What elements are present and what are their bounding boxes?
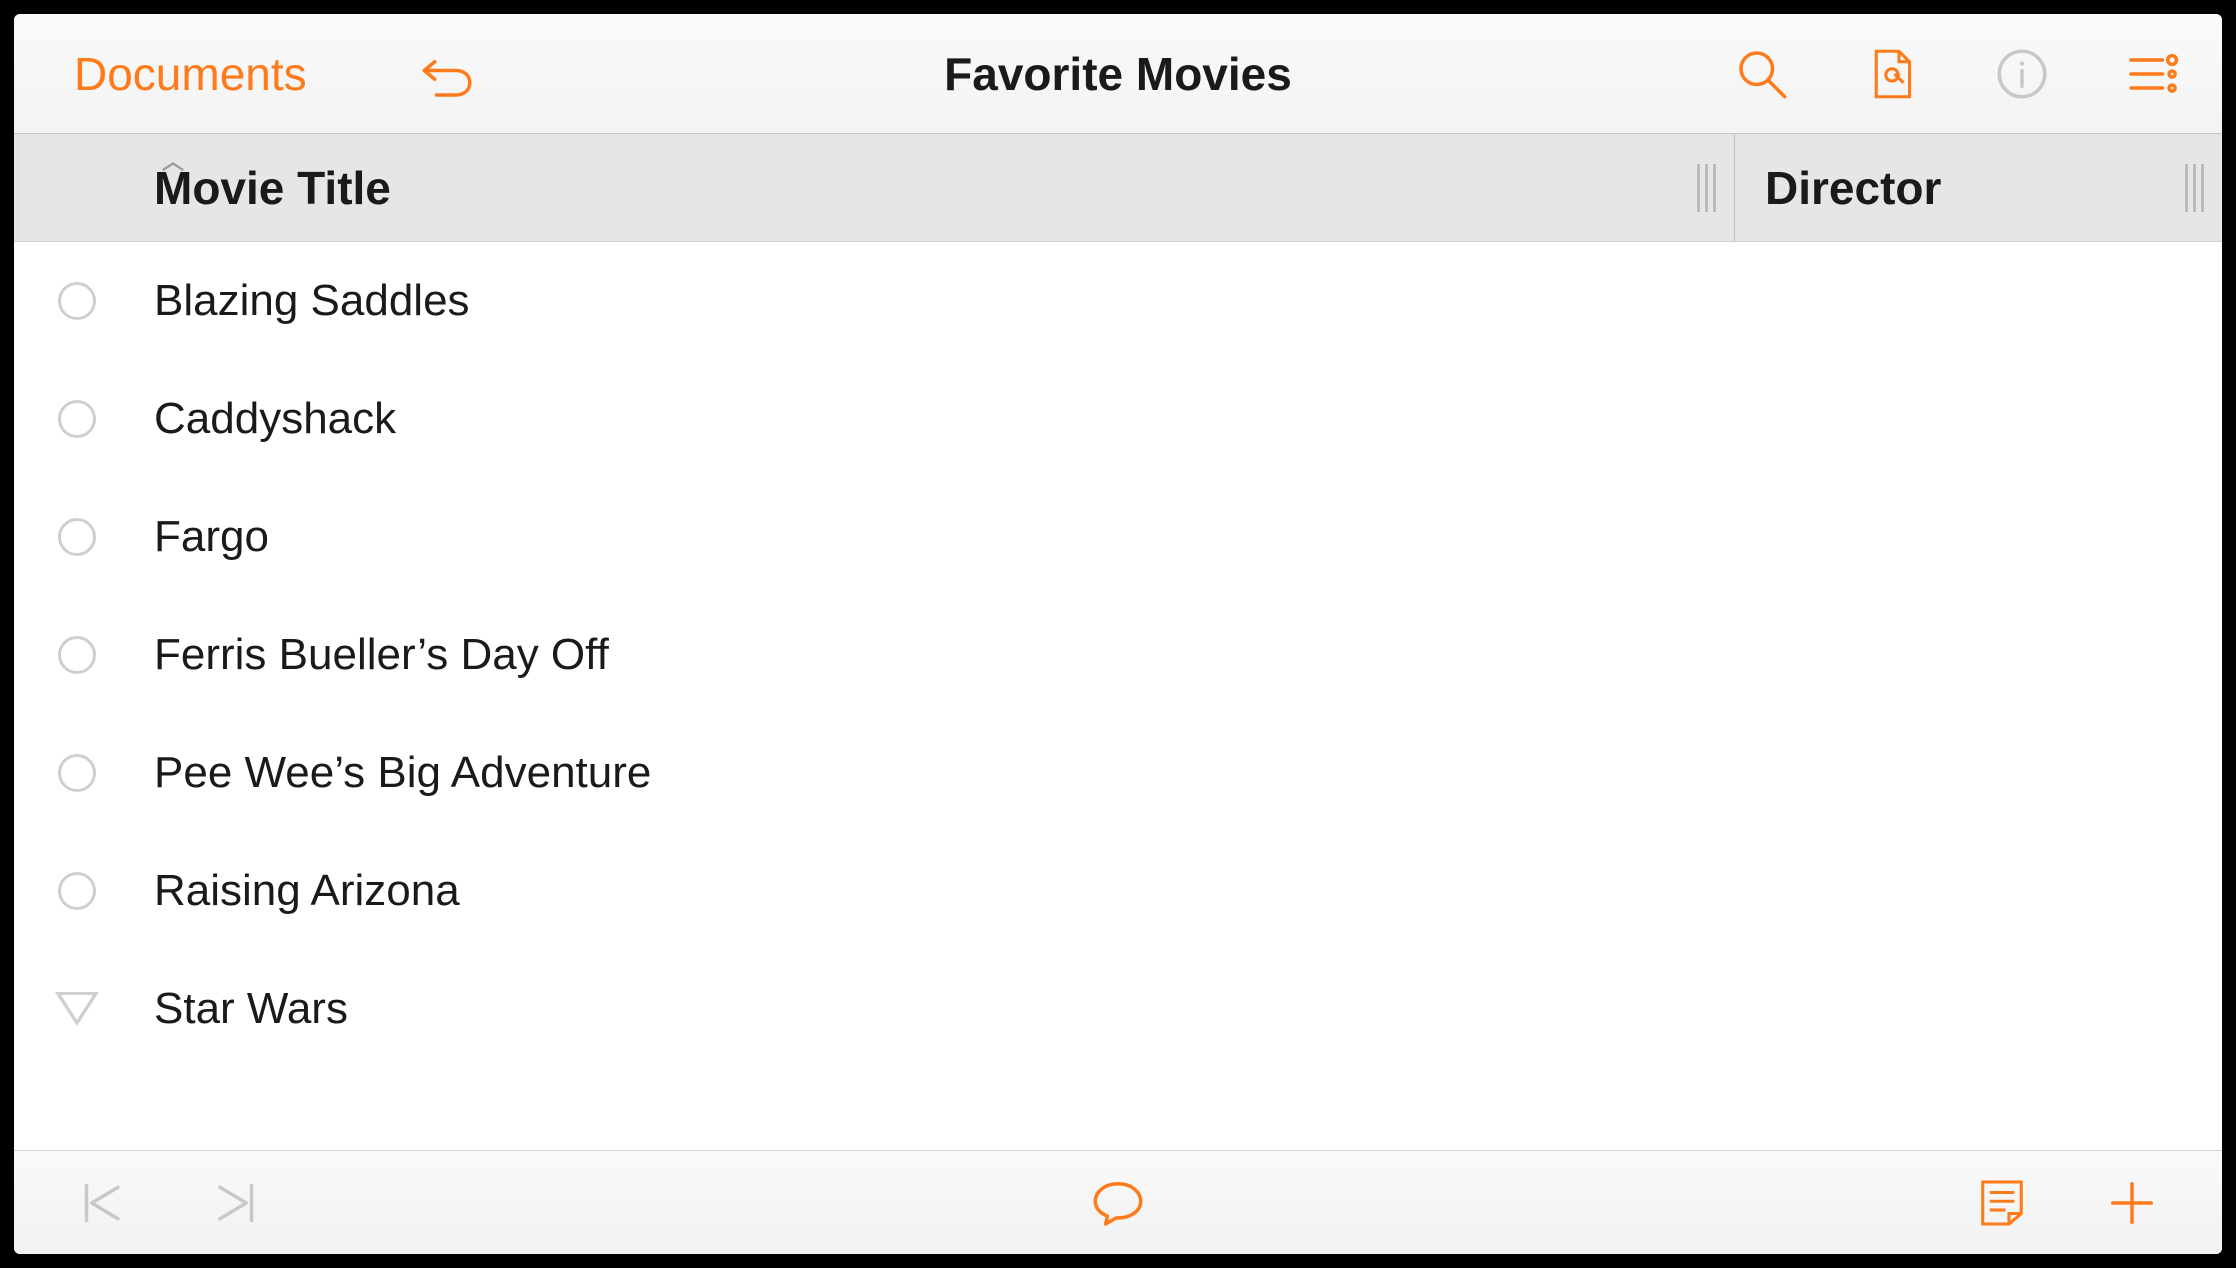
list-item[interactable]: Fargo bbox=[14, 478, 2222, 596]
info-button[interactable] bbox=[1992, 44, 2052, 104]
nav-last-button[interactable] bbox=[204, 1173, 264, 1233]
top-toolbar: Documents Favorite Movies bbox=[14, 14, 2222, 134]
tools-button[interactable] bbox=[1862, 44, 1922, 104]
column-resize-handle[interactable] bbox=[1697, 164, 1716, 212]
row-title[interactable]: Raising Arizona bbox=[154, 866, 460, 916]
outline-list: Blazing Saddles Caddyshack Fargo Ferris … bbox=[14, 242, 2222, 1150]
bottom-toolbar bbox=[14, 1150, 2222, 1254]
comment-icon bbox=[1090, 1175, 1146, 1231]
nav-first-icon bbox=[76, 1175, 132, 1231]
column-header-director[interactable]: Director bbox=[1734, 134, 2222, 241]
row-title[interactable]: Pee Wee’s Big Adventure bbox=[154, 748, 651, 798]
row-title[interactable]: Blazing Saddles bbox=[154, 276, 470, 326]
row-title[interactable]: Star Wars bbox=[154, 984, 348, 1034]
undo-icon bbox=[419, 46, 475, 102]
column-resize-handle[interactable] bbox=[2185, 164, 2204, 212]
list-item[interactable]: Pee Wee’s Big Adventure bbox=[14, 714, 2222, 832]
row-title[interactable]: Ferris Bueller’s Day Off bbox=[154, 630, 609, 680]
list-item[interactable]: Star Wars bbox=[14, 950, 2222, 1068]
row-bullet-icon[interactable] bbox=[58, 872, 96, 910]
search-icon bbox=[1734, 46, 1790, 102]
list-item[interactable]: Blazing Saddles bbox=[14, 242, 2222, 360]
column-header-label: Director bbox=[1765, 161, 1941, 215]
row-title[interactable]: Caddyshack bbox=[154, 394, 396, 444]
page-title: Favorite Movies bbox=[944, 48, 1292, 100]
comment-button[interactable] bbox=[1088, 1173, 1148, 1233]
add-button[interactable] bbox=[2102, 1173, 2162, 1233]
row-bullet-icon[interactable] bbox=[58, 518, 96, 556]
search-button[interactable] bbox=[1732, 44, 1792, 104]
column-header-label: Movie Title bbox=[154, 161, 391, 215]
wrench-document-icon bbox=[1864, 46, 1920, 102]
column-header-movie-title[interactable]: ︿ Movie Title bbox=[14, 134, 1734, 241]
view-options-button[interactable] bbox=[2122, 44, 2182, 104]
row-disclosure-icon[interactable] bbox=[55, 992, 99, 1026]
row-bullet-icon[interactable] bbox=[58, 754, 96, 792]
nav-first-button[interactable] bbox=[74, 1173, 134, 1233]
note-icon bbox=[1974, 1175, 2030, 1231]
note-button[interactable] bbox=[1972, 1173, 2032, 1233]
nav-last-icon bbox=[206, 1175, 262, 1231]
row-title[interactable]: Fargo bbox=[154, 512, 269, 562]
documents-link[interactable]: Documents bbox=[74, 47, 307, 101]
row-bullet-icon[interactable] bbox=[58, 282, 96, 320]
add-icon bbox=[2104, 1175, 2160, 1231]
sort-ascending-icon: ︿ bbox=[162, 144, 184, 176]
list-item[interactable]: Ferris Bueller’s Day Off bbox=[14, 596, 2222, 714]
undo-button[interactable] bbox=[417, 44, 477, 104]
list-item[interactable]: Raising Arizona bbox=[14, 832, 2222, 950]
list-item[interactable]: Caddyshack bbox=[14, 360, 2222, 478]
row-bullet-icon[interactable] bbox=[58, 636, 96, 674]
column-header-row: ︿ Movie Title Director bbox=[14, 134, 2222, 242]
info-icon bbox=[1994, 46, 2050, 102]
row-bullet-icon[interactable] bbox=[58, 400, 96, 438]
list-options-icon bbox=[2124, 46, 2180, 102]
